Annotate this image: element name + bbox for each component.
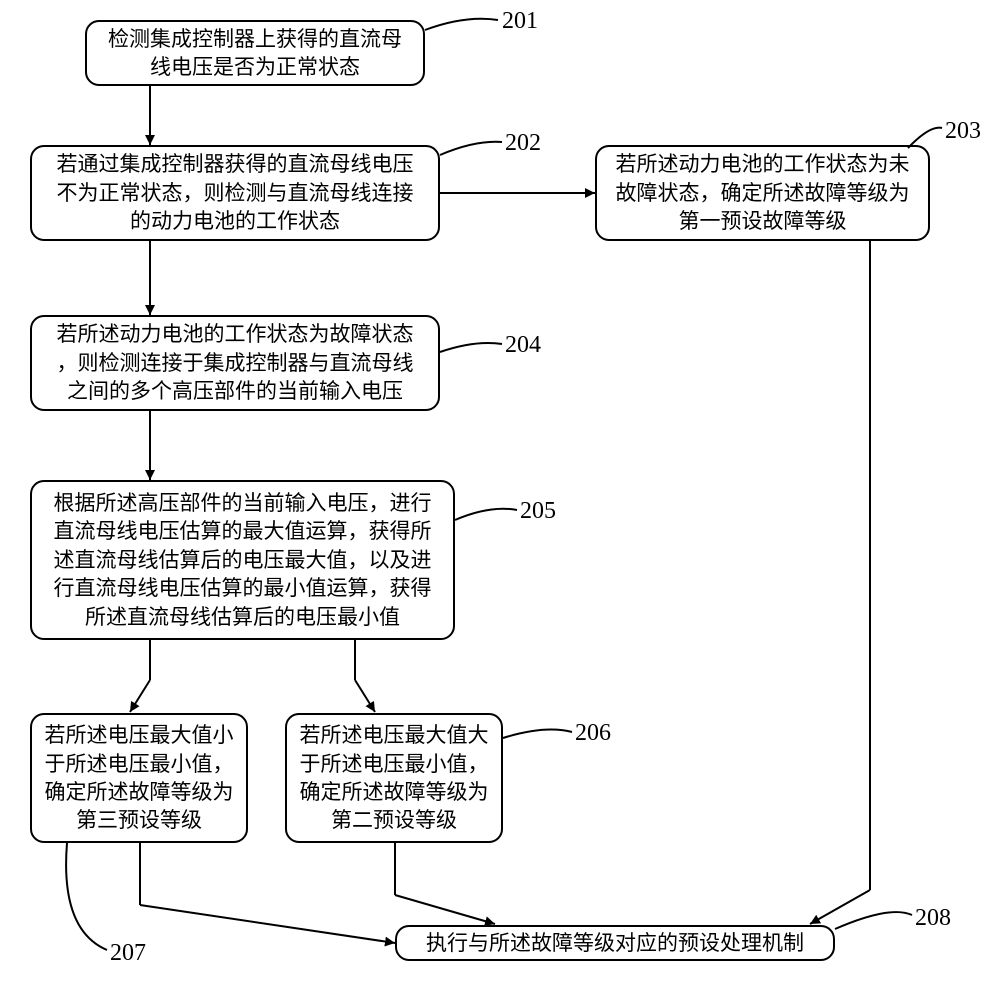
label-206: 206 bbox=[575, 720, 611, 747]
flow-box-205: 根据所述高压部件的当前输入电压，进行 直流母线电压估算的最大值运算，获得所 述直… bbox=[30, 480, 455, 640]
flow-box-203: 若所述动力电池的工作状态为未 故障状态，确定所述故障等级为 第一预设故障等级 bbox=[595, 145, 930, 241]
flow-box-207: 若所述电压最大值小 于所述电压最小值， 确定所述故障等级为 第三预设等级 bbox=[30, 713, 248, 843]
flow-text-206: 若所述电压最大值大 于所述电压最小值， 确定所述故障等级为 第二预设等级 bbox=[300, 721, 489, 834]
flow-text-202: 若通过集成控制器获得的直流母线电压 不为正常状态，则检测与直流母线连接 的动力电… bbox=[57, 150, 414, 235]
label-204: 204 bbox=[505, 332, 541, 359]
flow-text-207: 若所述电压最大值小 于所述电压最小值， 确定所述故障等级为 第三预设等级 bbox=[45, 721, 234, 834]
flow-box-201: 检测集成控制器上获得的直流母 线电压是否为正常状态 bbox=[85, 20, 425, 86]
label-208: 208 bbox=[915, 905, 951, 932]
flow-box-206: 若所述电压最大值大 于所述电压最小值， 确定所述故障等级为 第二预设等级 bbox=[285, 713, 503, 843]
label-205: 205 bbox=[520, 498, 556, 525]
label-202: 202 bbox=[505, 130, 541, 157]
flow-text-204: 若所述动力电池的工作状态为故障状态 ，则检测连接于集成控制器与直流母线 之间的多… bbox=[57, 320, 414, 405]
label-201: 201 bbox=[502, 8, 538, 35]
label-203: 203 bbox=[945, 118, 981, 145]
flow-text-201: 检测集成控制器上获得的直流母 线电压是否为正常状态 bbox=[108, 25, 402, 82]
flow-text-208: 执行与所述故障等级对应的预设处理机制 bbox=[426, 929, 804, 957]
flow-text-203: 若所述动力电池的工作状态为未 故障状态，确定所述故障等级为 第一预设故障等级 bbox=[616, 150, 910, 235]
flow-text-205: 根据所述高压部件的当前输入电压，进行 直流母线电压估算的最大值运算，获得所 述直… bbox=[54, 489, 432, 631]
label-207: 207 bbox=[110, 940, 146, 967]
flow-box-208: 执行与所述故障等级对应的预设处理机制 bbox=[395, 925, 835, 961]
flow-box-204: 若所述动力电池的工作状态为故障状态 ，则检测连接于集成控制器与直流母线 之间的多… bbox=[30, 315, 440, 411]
flow-box-202: 若通过集成控制器获得的直流母线电压 不为正常状态，则检测与直流母线连接 的动力电… bbox=[30, 145, 440, 241]
